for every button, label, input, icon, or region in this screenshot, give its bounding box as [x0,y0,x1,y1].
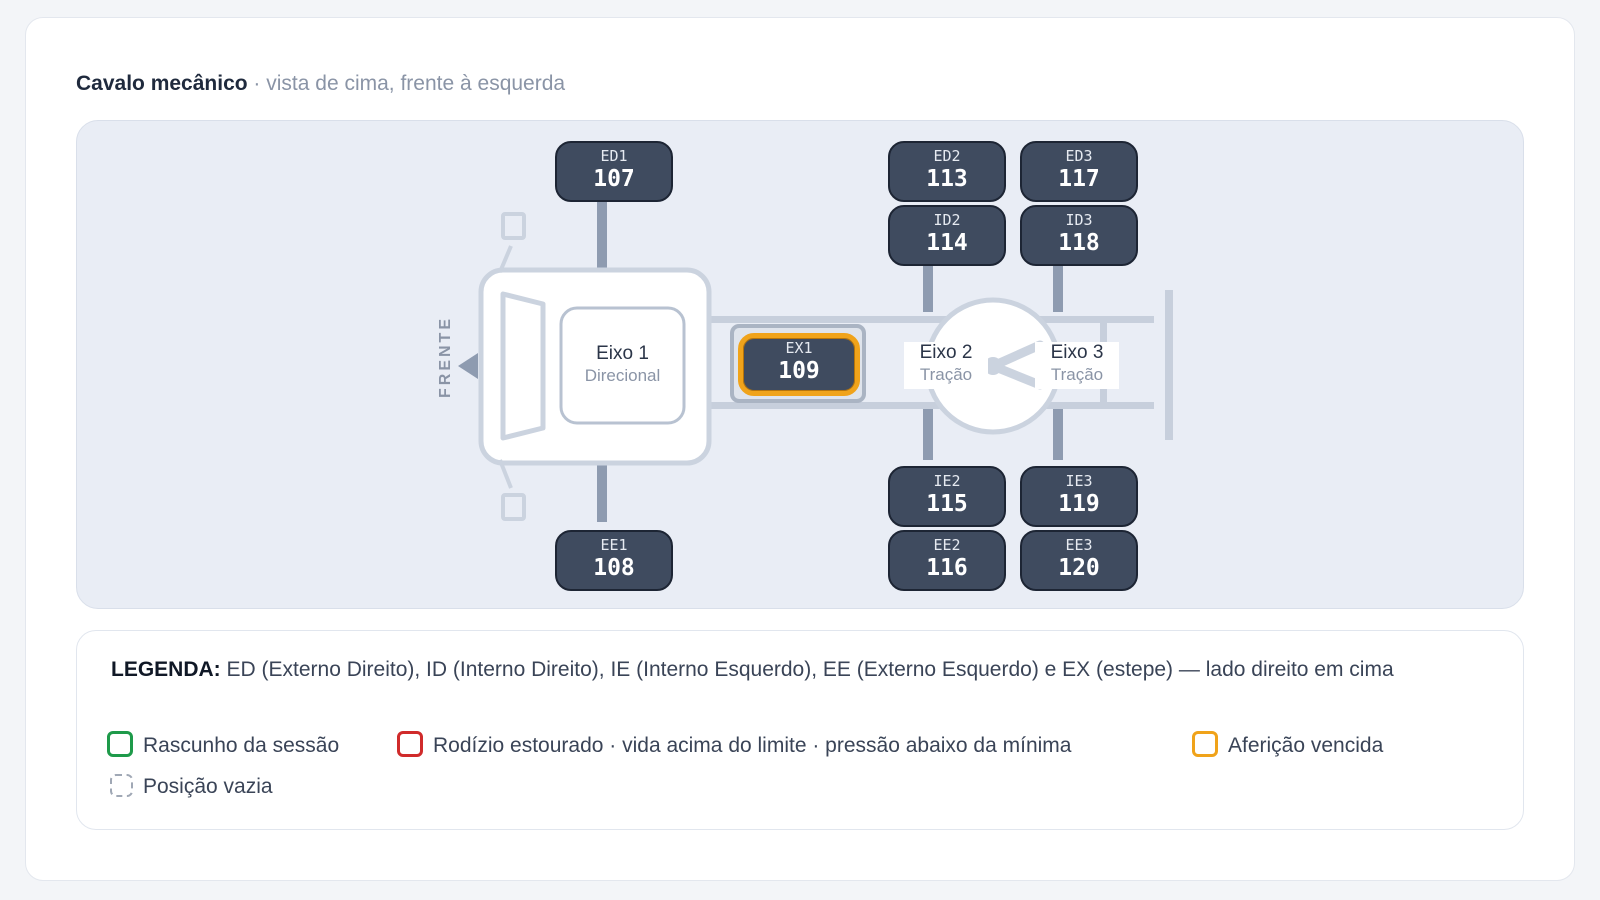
tire-number: 109 [778,358,820,384]
tire-code: ID2 [933,211,961,229]
front-label: FRENTE [437,316,454,398]
tire-ex1-spare[interactable]: EX1 109 [738,333,860,396]
green-swatch-icon [107,731,133,758]
axle-2-type: Tração [919,365,973,384]
chassis-rail-top [694,316,1154,323]
tire-code: EX1 [785,339,813,357]
right-mirror-icon [501,212,526,240]
legend-description: LEGENDA: ED (Externo Direito), ID (Inter… [111,653,1471,686]
tire-code: EE1 [600,536,628,554]
tire-id3[interactable]: ID3 118 [1020,205,1138,266]
legend-label: Posição vazia [143,775,273,798]
tire-code: EE3 [1065,536,1093,554]
tire-ie2[interactable]: IE2 115 [888,466,1006,527]
axle-1-name: Eixo 1 [596,343,649,364]
legend-body: ED (Externo Direito), ID (Interno Direit… [220,658,1394,681]
axle-3-label: Eixo 3 Tração [1035,342,1119,389]
tire-code: IE2 [933,472,961,490]
left-mirror-icon [501,493,526,521]
axle-3-type: Tração [1050,365,1104,384]
tire-ed3[interactable]: ED3 117 [1020,141,1138,202]
legend-item-empty: Posição vazia [110,772,273,802]
tire-number: 114 [926,230,968,256]
tire-ie3[interactable]: IE3 119 [1020,466,1138,527]
tire-code: ED2 [933,147,961,165]
tire-code: ED1 [600,147,628,165]
tire-code: ED3 [1065,147,1093,165]
tire-number: 120 [1058,555,1100,581]
axle-3-name: Eixo 3 [1050,342,1104,363]
red-swatch-icon [397,731,423,758]
tire-code: EE2 [933,536,961,554]
legend-label: Rodízio estourado · vida acima do limite… [433,734,1072,757]
axle-2-label: Eixo 2 Tração [904,342,988,389]
tire-number: 118 [1058,230,1100,256]
tire-number: 113 [926,166,968,192]
tire-number: 117 [1058,166,1100,192]
dashed-swatch-icon [110,773,133,797]
axle-2-name: Eixo 2 [919,342,973,363]
front-arrow-icon [458,353,478,379]
chassis-rail-bottom [694,402,1154,409]
tire-ee3[interactable]: EE3 120 [1020,530,1138,591]
legend-item-draft: Rascunho da sessão [107,731,339,761]
legend-label: Aferição vencida [1228,734,1384,757]
tire-code: IE3 [1065,472,1093,490]
legend-panel: LEGENDA: ED (Externo Direito), ID (Inter… [76,630,1524,830]
tire-ed2[interactable]: ED2 113 [888,141,1006,202]
tire-number: 119 [1058,491,1100,517]
legend-item-alert: Rodízio estourado · vida acima do limite… [397,731,1071,761]
tire-ee2[interactable]: EE2 116 [888,530,1006,591]
tire-code: ID3 [1065,211,1093,229]
legend-heading: LEGENDA: [111,658,221,681]
tire-number: 108 [593,555,635,581]
legend-item-overdue: Aferição vencida [1192,731,1383,761]
tire-number: 107 [593,166,635,192]
tire-ee1[interactable]: EE1 108 [555,530,673,591]
axle-1-type: Direcional [584,366,661,385]
rear-bumper [1165,290,1173,440]
tire-number: 115 [926,491,968,517]
orange-swatch-icon [1192,731,1218,758]
tire-id2[interactable]: ID2 114 [888,205,1006,266]
axle-1-label: Eixo 1 Direcional [561,343,684,387]
tire-number: 116 [926,555,968,581]
legend-label: Rascunho da sessão [143,734,340,757]
tire-ed1[interactable]: ED1 107 [555,141,673,202]
